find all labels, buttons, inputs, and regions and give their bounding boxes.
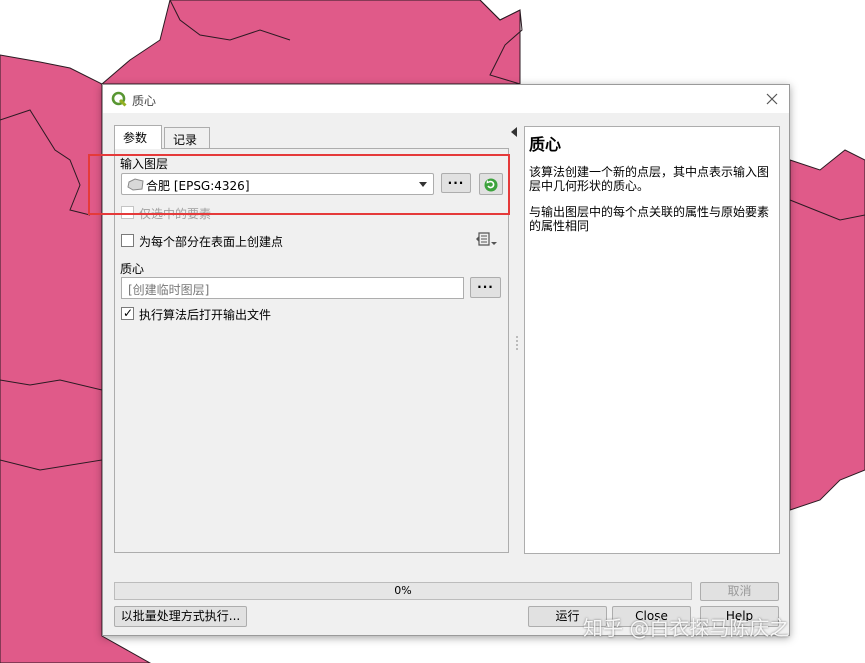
cancel-label: 取消 <box>727 584 752 598</box>
data-defined-override-icon[interactable] <box>475 231 499 249</box>
centroids-label: 质心 <box>120 262 145 276</box>
help-paragraph: 与输出图层中的每个点关联的属性与原始要素的属性相同 <box>529 205 770 233</box>
red-annotation-box <box>88 154 510 215</box>
run-label: 运行 <box>555 609 580 623</box>
collapse-help-arrow-icon[interactable] <box>511 127 517 137</box>
centroids-output-input[interactable]: [创建临时图层] <box>121 277 464 299</box>
progress-bar: 0% <box>114 582 692 600</box>
tab-log[interactable]: 记录 <box>164 127 210 148</box>
progress-text: 0% <box>394 584 412 597</box>
cancel-button[interactable]: 取消 <box>700 582 779 601</box>
open-after-label: 执行算法后打开输出文件 <box>139 308 272 322</box>
each-part-checkbox[interactable] <box>121 234 134 247</box>
centroids-output-placeholder: [创建临时图层] <box>128 283 210 297</box>
batch-label: 以批量处理方式执行... <box>120 609 241 623</box>
tab-label: 记录 <box>173 133 198 147</box>
tab-parameters[interactable]: 参数 <box>114 125 162 149</box>
map-region <box>0 379 103 471</box>
close-icon[interactable] <box>761 88 783 110</box>
help-title: 质心 <box>529 135 562 154</box>
batch-process-button[interactable]: 以批量处理方式执行... <box>114 606 247 627</box>
ellipsis-label: ··· <box>477 280 494 294</box>
splitter-handle[interactable] <box>515 335 519 351</box>
check-icon: ✓ <box>123 306 134 320</box>
qgis-q-icon <box>111 91 127 107</box>
watermark: 知乎 @白衣探马陈庆之 <box>583 616 790 640</box>
help-paragraph: 该算法创建一个新的点层，其中点表示输入图层中几何形状的质心。 <box>529 165 770 193</box>
help-panel: 质心 该算法创建一个新的点层，其中点表示输入图层中几何形状的质心。 与输出图层中… <box>524 126 780 554</box>
tab-label: 参数 <box>123 131 148 145</box>
open-after-checkbox[interactable]: ✓ <box>121 306 134 320</box>
title-bar: 质心 <box>103 85 789 113</box>
each-part-label: 为每个部分在表面上创建点 <box>139 235 284 249</box>
centroids-output-browse-button[interactable]: ··· <box>470 277 501 298</box>
dialog-title: 质心 <box>132 94 157 108</box>
